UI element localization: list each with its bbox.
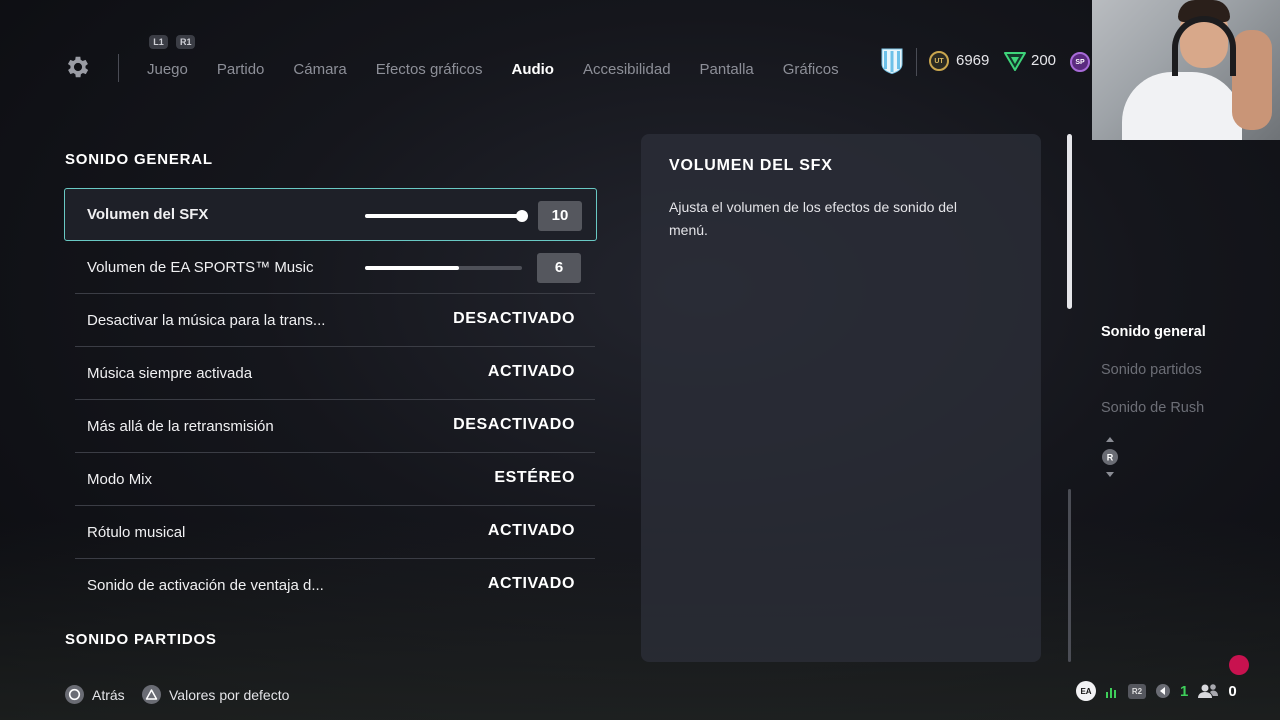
setting-row-sfx-volume[interactable]: Volumen del SFX 10: [64, 188, 597, 241]
back-label: Atrás: [92, 686, 125, 703]
setting-row-music-always-on[interactable]: Música siempre activada ACTIVADO: [75, 347, 595, 400]
section-nav-general[interactable]: Sonido general: [1101, 322, 1206, 360]
fc-points-icon: [1004, 52, 1026, 71]
music-volume-slider[interactable]: [365, 266, 522, 270]
tab-efectos-graficos[interactable]: Efectos gráficos: [376, 60, 483, 80]
setting-label: Desactivar la música para la trans...: [87, 312, 326, 329]
slider-fill: [365, 266, 460, 270]
tab-partido[interactable]: Partido: [217, 60, 265, 80]
setting-label: Modo Mix: [87, 471, 153, 488]
section-title-general: SONIDO GENERAL: [65, 151, 213, 168]
back-hint[interactable]: Atrás: [65, 685, 125, 704]
friends-icon: [1198, 684, 1219, 698]
webcam-overlay: [1092, 0, 1280, 140]
friends-count: 0: [1228, 682, 1237, 700]
r2-button-icon: R2: [1128, 683, 1146, 699]
scrollbar-thumb[interactable]: [1067, 134, 1072, 309]
section-nav-rush[interactable]: Sonido de Rush: [1101, 398, 1206, 436]
right-stick-label: R: [1107, 453, 1114, 463]
signal-icon: [1106, 688, 1116, 698]
tab-camara[interactable]: Cámara: [293, 60, 346, 80]
tab-audio[interactable]: Audio: [511, 60, 554, 80]
setting-row-advantage-sound[interactable]: Sonido de activación de ventaja d... ACT…: [75, 559, 595, 612]
section-navigation: Sonido general Sonido partidos Sonido de…: [1101, 322, 1206, 436]
setting-label: Rótulo musical: [87, 524, 186, 541]
setting-label: Volumen de EA SPORTS™ Music: [87, 259, 314, 276]
tab-juego[interactable]: Juego: [147, 60, 188, 80]
party-count: 1: [1180, 682, 1189, 700]
description-panel: VOLUMEN DEL SFX Ajusta el volumen de los…: [641, 134, 1041, 662]
setting-row-beyond-broadcast[interactable]: Más allá de la retransmisión DESACTIVADO: [75, 400, 595, 453]
tab-pantalla[interactable]: Pantalla: [700, 60, 754, 80]
slider-knob[interactable]: [516, 210, 528, 222]
right-stick-icon: R: [1102, 437, 1118, 477]
l1-button-hint: L1: [149, 35, 168, 49]
setting-row-broadcast-music[interactable]: Desactivar la música para la trans... DE…: [75, 294, 595, 347]
defaults-label: Valores por defecto: [169, 686, 290, 703]
streamer-arm: [1232, 30, 1272, 130]
currency-divider: [916, 48, 917, 76]
setting-value: ACTIVADO: [487, 522, 575, 539]
record-indicator-icon: [1229, 655, 1249, 675]
setting-label: Más allá de la retransmisión: [87, 418, 274, 435]
setting-value: ACTIVADO: [487, 575, 575, 592]
coins-balance: 6969: [956, 52, 990, 69]
setting-label: Volumen del SFX: [87, 206, 209, 223]
streamer-body: [1122, 72, 1242, 140]
ea-logo-icon: EA: [1076, 681, 1096, 701]
setting-value-box: 6: [537, 253, 581, 283]
sfx-volume-slider[interactable]: [365, 210, 528, 222]
setting-row-mix-mode[interactable]: Modo Mix ESTÉREO: [75, 453, 595, 506]
nav-divider: [118, 54, 119, 82]
setting-row-music-label[interactable]: Rótulo musical ACTIVADO: [75, 506, 595, 559]
gear-icon[interactable]: [64, 53, 92, 81]
fc-points-balance: 200: [1031, 52, 1057, 69]
section-nav-partidos[interactable]: Sonido partidos: [1101, 360, 1206, 398]
tab-accesibilidad[interactable]: Accesibilidad: [583, 60, 671, 80]
triangle-button-icon: [142, 685, 161, 704]
setting-value: ACTIVADO: [487, 363, 575, 380]
headset-icon: [1172, 16, 1236, 76]
coins-icon: UT: [929, 51, 949, 71]
setting-row-music-volume[interactable]: Volumen de EA SPORTS™ Music 6: [75, 241, 595, 294]
slider-fill: [365, 214, 522, 218]
settings-tabs: Juego Partido Cámara Efectos gráficos Au…: [147, 60, 868, 80]
description-title: VOLUMEN DEL SFX: [669, 157, 833, 174]
tab-graficos[interactable]: Gráficos: [783, 60, 839, 80]
setting-value: DESACTIVADO: [453, 416, 575, 433]
section-title-partidos: SONIDO PARTIDOS: [65, 631, 217, 648]
description-text: Ajusta el volumen de los efectos de soni…: [669, 199, 957, 238]
setting-label: Sonido de activación de ventaja d...: [87, 577, 324, 594]
settings-scrollbar[interactable]: [1067, 134, 1072, 662]
setting-value-box: 10: [538, 201, 582, 231]
defaults-hint[interactable]: Valores por defecto: [142, 685, 289, 704]
scrollbar-track: [1068, 489, 1071, 662]
sp-icon: SP: [1070, 52, 1090, 72]
club-badge-icon: [881, 48, 903, 74]
r1-button-hint: R1: [176, 35, 195, 49]
top-navigation: L1 R1 Juego Partido Cámara Efectos gráfi…: [0, 0, 1100, 110]
setting-value: DESACTIVADO: [453, 310, 575, 327]
party-icon: [1156, 684, 1170, 698]
setting-label: Música siempre activada: [87, 365, 253, 382]
status-tray: EA R2 1 0: [1076, 680, 1237, 702]
circle-button-icon: [65, 685, 84, 704]
coins-icon-text: UT: [934, 57, 944, 65]
setting-value: ESTÉREO: [494, 469, 575, 486]
sp-icon-text: SP: [1075, 58, 1085, 66]
